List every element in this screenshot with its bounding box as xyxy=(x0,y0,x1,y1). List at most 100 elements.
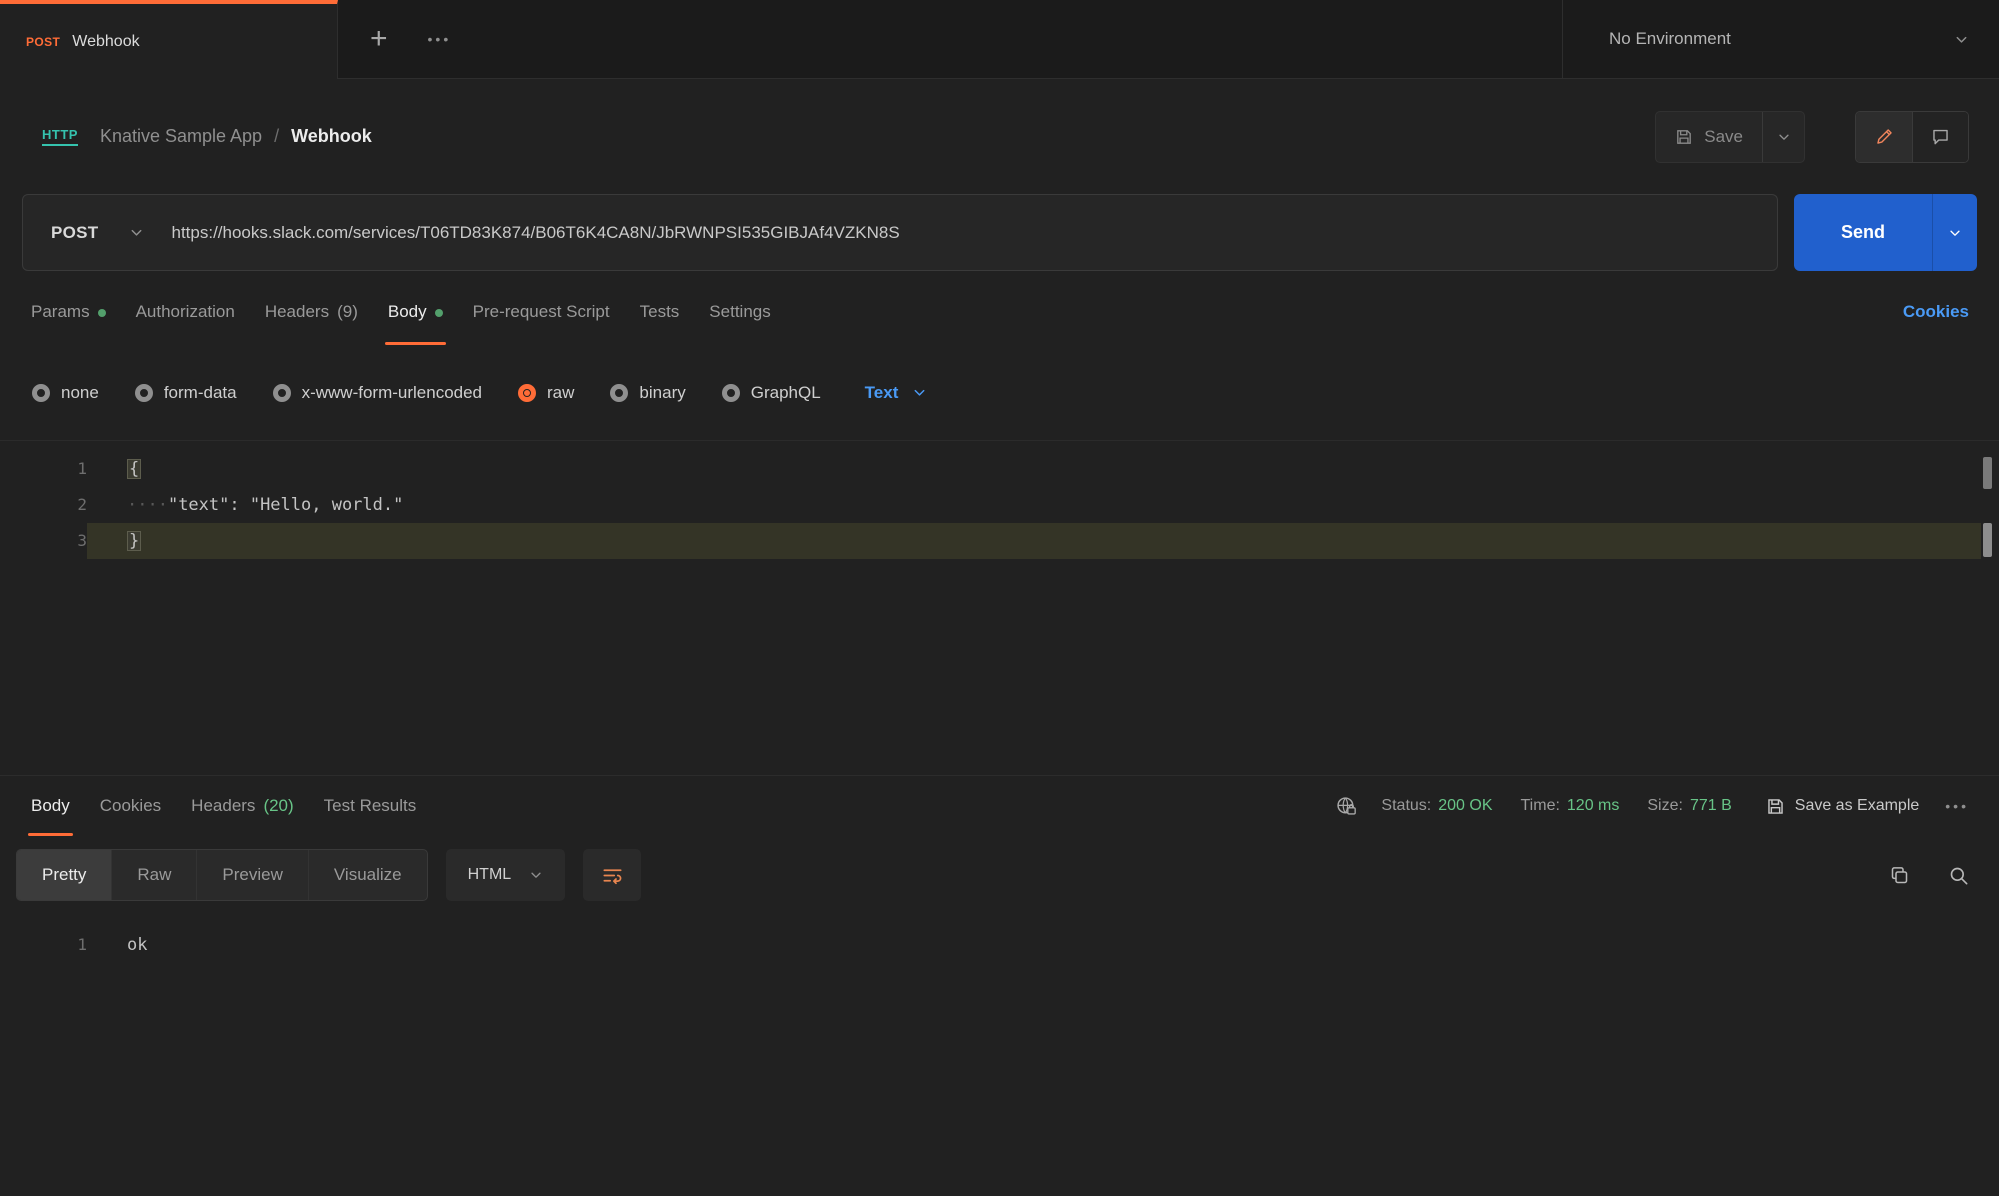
view-mode-visualize[interactable]: Visualize xyxy=(308,850,427,900)
view-mode-raw[interactable]: Raw xyxy=(111,850,196,900)
breadcrumb-collection[interactable]: Knative Sample App xyxy=(100,126,262,147)
more-tabs-button[interactable]: ••• xyxy=(428,31,452,47)
time-label: Time: xyxy=(1521,797,1560,815)
tab-authorization[interactable]: Authorization xyxy=(121,279,250,345)
environment-selector[interactable]: No Environment xyxy=(1562,0,1999,78)
scrollbar-mark xyxy=(1983,523,1992,557)
raw-format-selector[interactable]: Text xyxy=(865,383,928,403)
body-type-raw[interactable]: raw xyxy=(518,383,574,403)
raw-format-label: Text xyxy=(865,383,899,403)
tab-actions: + ••• xyxy=(338,0,483,78)
response-toolbar: Pretty Raw Preview Visualize HTML xyxy=(0,836,1999,914)
scrollbar-mark xyxy=(1983,457,1992,489)
tab-pre-request-script[interactable]: Pre-request Script xyxy=(458,279,625,345)
response-tabs: Body Cookies Headers (20) Test Results S… xyxy=(0,776,1999,836)
send-button[interactable]: Send xyxy=(1794,194,1932,271)
wrap-lines-button[interactable] xyxy=(583,849,641,901)
send-options-button[interactable] xyxy=(1932,194,1977,271)
header-actions: Save xyxy=(1655,111,1969,163)
body-type-raw-label: raw xyxy=(547,383,574,403)
body-type-binary[interactable]: binary xyxy=(610,383,685,403)
response-line: 1 ok xyxy=(0,926,1999,964)
modified-dot xyxy=(435,309,443,317)
status-value: 200 OK xyxy=(1438,797,1492,815)
status-indicator: Status: 200 OK xyxy=(1381,797,1492,815)
body-type-binary-label: binary xyxy=(639,383,685,403)
tab-body[interactable]: Body xyxy=(373,279,458,345)
tab-settings[interactable]: Settings xyxy=(694,279,785,345)
response-tab-test-results[interactable]: Test Results xyxy=(309,776,432,836)
editor-line-highlighted: 3 } xyxy=(0,523,1999,559)
body-type-graphql[interactable]: GraphQL xyxy=(722,383,821,403)
breadcrumb-request-name[interactable]: Webhook xyxy=(291,126,372,147)
response-tab-test-results-label: Test Results xyxy=(324,796,417,816)
chevron-down-icon xyxy=(529,868,543,882)
tab-method-badge: POST xyxy=(26,35,60,49)
size-value: 771 B xyxy=(1690,797,1732,815)
code-line: } xyxy=(87,523,1981,559)
save-button-label: Save xyxy=(1704,127,1743,147)
copy-response-button[interactable] xyxy=(1889,865,1910,886)
tab-headers[interactable]: Headers (9) xyxy=(250,279,373,345)
chevron-down-icon xyxy=(912,385,927,400)
network-globe-icon[interactable] xyxy=(1335,795,1357,817)
save-icon xyxy=(1766,797,1785,816)
body-type-none[interactable]: none xyxy=(32,383,99,403)
tab-headers-label: Headers xyxy=(265,302,329,322)
view-mode-raw-label: Raw xyxy=(137,865,171,885)
response-format-label: HTML xyxy=(468,866,512,884)
tab-tests-label: Tests xyxy=(640,302,680,322)
chevron-down-icon xyxy=(1948,226,1962,240)
edit-comment-group xyxy=(1855,111,1969,163)
response-tab-cookies[interactable]: Cookies xyxy=(85,776,176,836)
request-body-editor[interactable]: 1 { 2 ····"text": "Hello, world." 3 } xyxy=(0,440,1999,775)
chevron-down-icon xyxy=(1777,130,1791,144)
editor-line: 2 ····"text": "Hello, world." xyxy=(0,487,1999,523)
line-number: 1 xyxy=(0,451,87,487)
save-options-button[interactable] xyxy=(1762,112,1804,162)
view-mode-preview[interactable]: Preview xyxy=(196,850,307,900)
radio-icon xyxy=(722,384,740,402)
tab-pre-request-script-label: Pre-request Script xyxy=(473,302,610,322)
response-format-selector[interactable]: HTML xyxy=(446,849,566,901)
edit-request-button[interactable] xyxy=(1856,112,1912,162)
body-type-form-data[interactable]: form-data xyxy=(135,383,237,403)
copy-icon xyxy=(1889,865,1910,886)
cookies-link[interactable]: Cookies xyxy=(1903,279,1969,345)
request-tab-webhook[interactable]: POST Webhook xyxy=(0,0,338,79)
response-more-options-button[interactable]: ••• xyxy=(1945,798,1969,814)
comments-button[interactable] xyxy=(1912,112,1968,162)
code-text: "text": "Hello, world." xyxy=(168,495,403,515)
request-header: HTTP Knative Sample App / Webhook Save xyxy=(0,79,1999,194)
line-number: 3 xyxy=(0,523,87,559)
tab-body-label: Body xyxy=(388,302,427,322)
code-line: { xyxy=(87,451,1981,487)
request-tabs: Params Authorization Headers (9) Body Pr… xyxy=(0,271,1999,345)
tab-headers-count: (9) xyxy=(337,302,358,322)
view-mode-pretty[interactable]: Pretty xyxy=(17,850,111,900)
save-as-example-label: Save as Example xyxy=(1795,797,1920,815)
body-type-urlencoded[interactable]: x-www-form-urlencoded xyxy=(273,383,482,403)
chevron-down-icon xyxy=(1954,32,1969,47)
response-tab-body[interactable]: Body xyxy=(16,776,85,836)
breadcrumb: Knative Sample App / Webhook xyxy=(100,126,372,147)
editor-line: 1 { xyxy=(0,451,1999,487)
url-input[interactable] xyxy=(172,223,1778,243)
view-mode-preview-label: Preview xyxy=(222,865,282,885)
method-selector[interactable]: POST xyxy=(23,223,172,243)
response-body-viewer[interactable]: 1 ok xyxy=(0,914,1999,964)
response-tab-headers[interactable]: Headers (20) xyxy=(176,776,309,836)
response-tab-body-label: Body xyxy=(31,796,70,816)
save-button[interactable]: Save xyxy=(1656,112,1762,162)
tab-params[interactable]: Params xyxy=(16,279,121,345)
save-as-example-button[interactable]: Save as Example xyxy=(1766,797,1920,816)
new-tab-button[interactable]: + xyxy=(370,24,388,54)
search-response-button[interactable] xyxy=(1948,865,1969,886)
view-mode-visualize-label: Visualize xyxy=(334,865,402,885)
send-button-group: Send xyxy=(1794,194,1977,271)
time-indicator: Time: 120 ms xyxy=(1521,797,1620,815)
tab-authorization-label: Authorization xyxy=(136,302,235,322)
radio-icon xyxy=(135,384,153,402)
tab-tests[interactable]: Tests xyxy=(625,279,695,345)
radio-icon xyxy=(273,384,291,402)
